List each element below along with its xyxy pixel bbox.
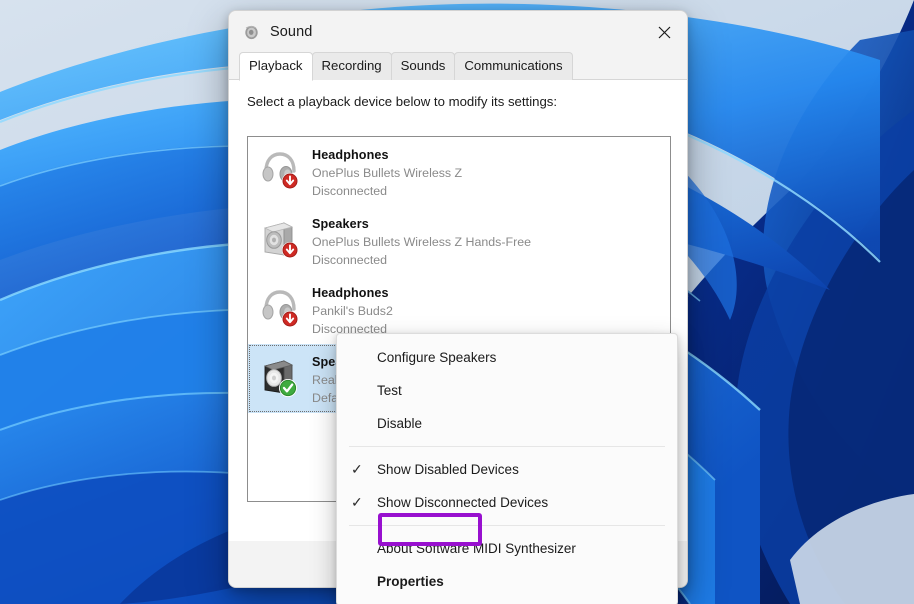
tab-playback-label: Playback <box>249 58 303 73</box>
device-status: Disconnected <box>312 251 531 269</box>
menu-item-about-software-midi-synthesizer[interactable]: About Software MIDI Synthesizer <box>337 532 677 565</box>
menu-item-disable[interactable]: Disable <box>337 407 677 440</box>
page-hint: Select a playback device below to modify… <box>229 80 687 109</box>
close-icon[interactable] <box>641 11 687 53</box>
list-item-text: Headphones OnePlus Bullets Wireless Z Di… <box>312 143 462 200</box>
device-name: Speakers <box>312 216 531 233</box>
speaker-box-icon <box>256 214 304 262</box>
tab-strip: Playback Recording Sounds Communications <box>229 53 687 80</box>
menu-item-show-disconnected-devices[interactable]: ✓ Show Disconnected Devices <box>337 486 677 519</box>
tab-playback[interactable]: Playback <box>239 52 313 81</box>
device-context-menu: Configure Speakers Test Disable ✓ Show D… <box>336 333 678 604</box>
device-description: Pankil's Buds2 <box>312 302 393 320</box>
menu-item-test[interactable]: Test <box>337 374 677 407</box>
tab-recording[interactable]: Recording <box>312 52 392 80</box>
menu-item-label: Properties <box>377 574 444 589</box>
menu-item-label: Configure Speakers <box>377 350 496 365</box>
menu-item-label: About Software MIDI Synthesizer <box>377 541 576 556</box>
device-name: Headphones <box>312 147 462 164</box>
headphones-icon <box>256 145 304 193</box>
menu-item-configure-speakers[interactable]: Configure Speakers <box>337 341 677 374</box>
menu-item-label: Test <box>377 383 402 398</box>
tab-sounds[interactable]: Sounds <box>391 52 456 80</box>
menu-item-label: Show Disconnected Devices <box>377 495 548 510</box>
device-description: OnePlus Bullets Wireless Z <box>312 164 462 182</box>
device-status: Disconnected <box>312 182 462 200</box>
tab-communications-label: Communications <box>464 58 562 73</box>
dialog-titlebar: Sound <box>229 11 687 53</box>
list-item-text: Headphones Pankil's Buds2 Disconnected <box>312 281 393 338</box>
menu-separator <box>349 446 665 447</box>
menu-item-label: Show Disabled Devices <box>377 462 519 477</box>
tab-sounds-label: Sounds <box>401 58 446 73</box>
device-name: Headphones <box>312 285 393 302</box>
list-item-text: Speakers OnePlus Bullets Wireless Z Hand… <box>312 212 531 269</box>
tab-communications[interactable]: Communications <box>454 52 572 80</box>
list-item[interactable]: Headphones OnePlus Bullets Wireless Z Di… <box>248 137 670 206</box>
dialog-title: Sound <box>270 24 312 40</box>
speaker-box-dark-icon <box>256 352 304 400</box>
headphones-icon <box>256 283 304 331</box>
list-item[interactable]: Speakers OnePlus Bullets Wireless Z Hand… <box>248 206 670 275</box>
speaker-icon <box>242 23 260 41</box>
menu-item-label: Disable <box>377 416 422 431</box>
menu-item-properties[interactable]: Properties <box>337 565 677 598</box>
checkmark-icon: ✓ <box>351 494 377 511</box>
tab-recording-label: Recording <box>322 58 382 73</box>
menu-item-show-disabled-devices[interactable]: ✓ Show Disabled Devices <box>337 453 677 486</box>
menu-separator <box>349 525 665 526</box>
device-description: OnePlus Bullets Wireless Z Hands-Free <box>312 233 531 251</box>
checkmark-icon: ✓ <box>351 461 377 478</box>
